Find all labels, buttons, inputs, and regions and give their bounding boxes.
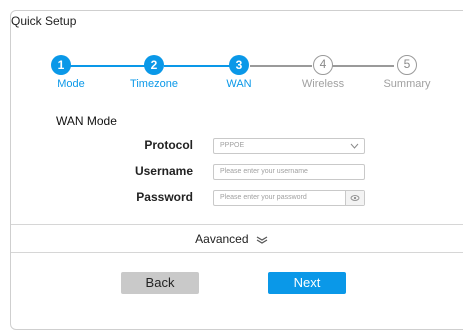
password-input[interactable]: Please enter your password [213, 190, 365, 206]
username-placeholder: Please enter your username [220, 168, 308, 175]
step-2-label: Timezone [130, 78, 178, 90]
step-5-label: Summary [383, 78, 431, 90]
stepper-line-2-3 [164, 65, 238, 67]
step-3-label: WAN [226, 78, 252, 90]
step-4-label: Wireless [301, 78, 345, 90]
wan-mode-heading: WAN Mode [56, 114, 117, 128]
show-password-toggle[interactable] [345, 191, 364, 205]
protocol-value: PPPOE [220, 142, 245, 149]
window-title: Quick Setup [11, 14, 77, 28]
stepper-line-3-4 [250, 65, 312, 67]
step-3-circle[interactable]: 3 [229, 55, 249, 75]
divider-top [11, 224, 463, 225]
step-1-label: Mode [57, 78, 85, 90]
password-placeholder: Please enter your password [220, 194, 307, 201]
step-2-circle[interactable]: 2 [144, 55, 164, 75]
double-chevron-down-icon [256, 236, 268, 244]
protocol-select[interactable]: PPPOE [213, 138, 365, 154]
step-1-circle[interactable]: 1 [51, 55, 71, 75]
step-4-circle: 4 [313, 55, 333, 75]
advanced-toggle[interactable]: Aavanced [0, 232, 463, 246]
advanced-label: Aavanced [195, 232, 249, 246]
next-button[interactable]: Next [268, 272, 346, 294]
stepper-line-1-2 [70, 65, 152, 67]
chevron-down-icon [350, 143, 359, 149]
stepper-line-4-5 [332, 65, 394, 67]
username-label: Username [134, 164, 193, 178]
step-5-circle: 5 [397, 55, 417, 75]
back-button[interactable]: Back [121, 272, 199, 294]
password-label: Password [136, 190, 193, 204]
username-input[interactable]: Please enter your username [213, 164, 365, 180]
protocol-label: Protocol [144, 138, 193, 152]
eye-icon [350, 195, 360, 201]
divider-bottom [11, 252, 463, 253]
